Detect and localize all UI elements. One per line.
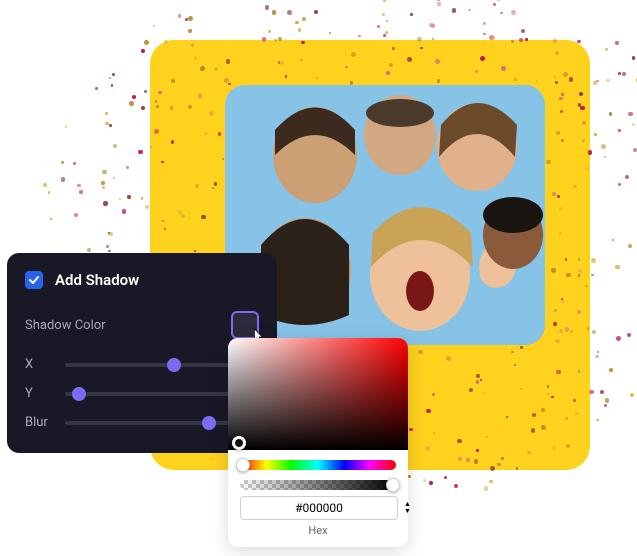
saturation-value-area[interactable] xyxy=(228,338,408,450)
format-stepper[interactable]: ▲ ▼ xyxy=(404,501,411,515)
sv-thumb[interactable] xyxy=(232,436,246,450)
chevron-down-icon: ▼ xyxy=(404,508,411,515)
slider-label-blur: Blur xyxy=(25,415,53,430)
slider-x-thumb[interactable] xyxy=(167,358,181,372)
alpha-slider[interactable] xyxy=(240,480,396,490)
hue-slider[interactable] xyxy=(240,460,396,470)
slider-label-y: Y xyxy=(25,386,53,401)
hex-input[interactable] xyxy=(240,496,398,520)
shadow-color-label: Shadow Color xyxy=(25,318,106,333)
slider-blur-thumb[interactable] xyxy=(202,416,216,430)
slider-y-thumb[interactable] xyxy=(72,387,86,401)
alpha-thumb[interactable] xyxy=(386,478,400,492)
add-shadow-checkbox[interactable] xyxy=(25,271,43,289)
format-label: Hex xyxy=(228,524,408,537)
color-picker: ▲ ▼ Hex xyxy=(228,338,408,547)
panel-title: Add Shadow xyxy=(55,271,139,289)
shadow-color-swatch[interactable] xyxy=(231,311,259,339)
slider-label-x: X xyxy=(25,357,53,372)
hue-thumb[interactable] xyxy=(236,458,250,472)
